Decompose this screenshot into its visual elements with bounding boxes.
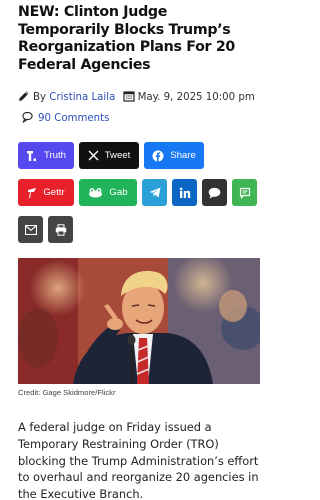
share-buttons: Truth Tweet Share Gettr Gab: [18, 142, 260, 243]
print-button[interactable]: [48, 216, 73, 243]
share-linkedin-button[interactable]: [172, 179, 197, 206]
share-gettr-button[interactable]: Gettr: [18, 179, 74, 206]
share-message-button[interactable]: [232, 179, 257, 206]
photo-illustration: [18, 258, 260, 384]
article-meta: By Cristina Laila May. 9, 2025 10:00 pm …: [18, 88, 260, 130]
share-telegram-button[interactable]: [142, 179, 167, 206]
calendar-icon: [122, 90, 135, 109]
envelope-icon: [24, 224, 37, 235]
truth-social-icon: [26, 150, 36, 161]
share-sms-button[interactable]: [202, 179, 227, 206]
gettr-icon: [28, 187, 37, 198]
article-photo: [18, 258, 260, 384]
pencil-icon: [18, 90, 30, 109]
publish-date: May. 9, 2025 10:00 pm: [137, 92, 255, 103]
linkedin-icon: [179, 187, 190, 198]
message-icon: [239, 187, 250, 199]
share-tweet-button[interactable]: Tweet: [79, 142, 139, 169]
speech-bubble-icon: [208, 187, 221, 198]
printer-icon: [55, 223, 66, 236]
image-credit: Credit: Gage Skidmore/Flickr: [18, 388, 116, 397]
share-facebook-label: Share: [170, 150, 196, 161]
share-email-button[interactable]: [18, 216, 43, 243]
article: NEW: Clinton Judge Temporarily Blocks Tr…: [18, 0, 260, 500]
share-tweet-label: Tweet: [104, 150, 131, 161]
share-gab-label: Gab: [109, 187, 128, 198]
byline-prefix: By: [33, 92, 47, 103]
share-gab-button[interactable]: Gab: [79, 179, 137, 206]
gab-frog-icon: [89, 188, 103, 198]
comments-icon: [22, 111, 35, 130]
share-truth-button[interactable]: Truth: [18, 142, 74, 169]
article-body: A federal judge on Friday issued a Tempo…: [18, 420, 259, 500]
article-headline: NEW: Clinton Judge Temporarily Blocks Tr…: [18, 4, 236, 73]
telegram-icon: [149, 187, 160, 198]
share-truth-label: Truth: [43, 150, 67, 161]
share-facebook-button[interactable]: Share: [144, 142, 204, 169]
author-link[interactable]: Cristina Laila: [49, 92, 115, 103]
x-icon: [88, 150, 99, 161]
share-gettr-label: Gettr: [43, 187, 65, 198]
facebook-icon: [152, 150, 164, 161]
comments-link[interactable]: 90 Comments: [38, 113, 109, 124]
